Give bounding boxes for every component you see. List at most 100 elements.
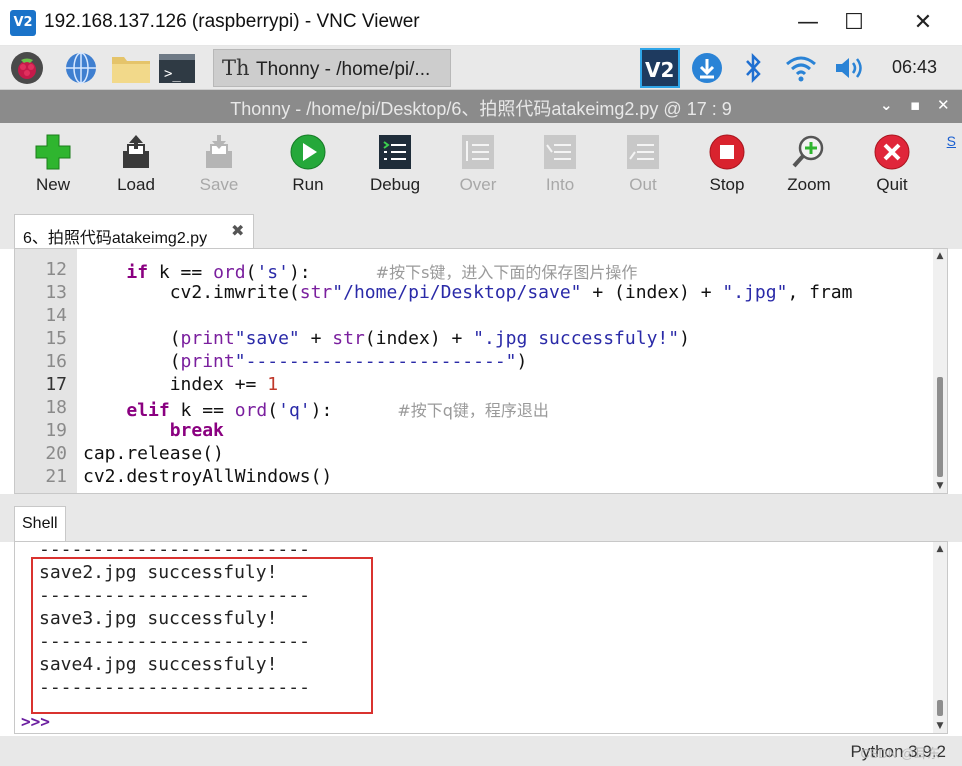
- code-token: str: [299, 282, 333, 303]
- watermark: CSDN @耳东: [860, 746, 940, 761]
- code-token: (: [169, 351, 181, 372]
- stop-button[interactable]: Stop: [687, 129, 767, 205]
- load-icon: [123, 135, 149, 168]
- line-number: 21: [45, 466, 67, 487]
- code-line: elif k == ord('q'): #按下q键，程序退出: [83, 397, 549, 421]
- step-over-button[interactable]: Over: [438, 129, 518, 205]
- window-menu-button[interactable]: ⌄: [880, 96, 893, 114]
- quit-label: Quit: [876, 175, 908, 194]
- code-line: cv2.imwrite(str"/home/pi/Desktop/save" +…: [83, 282, 853, 303]
- line-number: 17: [45, 374, 67, 395]
- terminal-icon[interactable]: >_: [158, 51, 196, 85]
- support-link[interactable]: S: [947, 133, 956, 149]
- code-token: print: [180, 328, 235, 349]
- code-token: ".jpg successfuly!": [473, 328, 680, 349]
- run-label: Run: [292, 175, 324, 194]
- step-into-button[interactable]: Into: [520, 129, 600, 205]
- new-plus-icon: [35, 134, 71, 170]
- maximize-button[interactable]: ☐: [831, 0, 877, 46]
- download-icon[interactable]: [690, 51, 724, 85]
- code-token: if: [126, 262, 149, 283]
- tab-label: 6、拍照代码atakeimg2.py: [23, 230, 208, 247]
- code-line: break: [83, 420, 224, 441]
- vnc-server-icon[interactable]: V2: [640, 48, 680, 88]
- code-token: ord: [234, 400, 268, 421]
- shell-scroll-thumb[interactable]: [937, 700, 943, 716]
- shell-console[interactable]: ------------------------- save2.jpg succe…: [14, 541, 948, 734]
- task-label: Thonny - /home/pi/...: [256, 59, 431, 80]
- toolbar: New Load Save Run Debug Over Into Out St…: [0, 123, 962, 209]
- new-button[interactable]: New: [13, 129, 93, 205]
- zoom-button[interactable]: Zoom: [769, 129, 849, 205]
- editor-scroll-thumb[interactable]: [937, 377, 943, 477]
- scroll-down-arrow-icon[interactable]: ▼: [934, 481, 946, 491]
- line-number: 16: [45, 351, 67, 372]
- vnc-title-bar: V2 192.168.137.126 (raspberrypi) - VNC V…: [0, 0, 962, 46]
- step-over-icon: [462, 135, 494, 169]
- debug-button[interactable]: Debug: [355, 129, 435, 205]
- code-line: cap.release(): [83, 443, 224, 464]
- step-out-button[interactable]: Out: [603, 129, 683, 205]
- run-play-icon: [290, 134, 326, 170]
- code-token: 1: [267, 374, 279, 395]
- save-button[interactable]: Save: [179, 129, 259, 205]
- raspberry-menu-icon[interactable]: [10, 51, 44, 85]
- load-label: Load: [117, 175, 155, 194]
- editor-scrollbar[interactable]: ▲ ▼: [933, 249, 947, 493]
- code-token: +: [581, 282, 615, 303]
- file-manager-icon[interactable]: [110, 51, 152, 85]
- code-token: k ==: [169, 400, 235, 421]
- tab-close-icon[interactable]: ✖: [231, 221, 244, 240]
- code-token: ):: [310, 400, 398, 421]
- scroll-up-arrow-icon[interactable]: ▲: [934, 251, 946, 261]
- volume-icon[interactable]: [832, 51, 866, 85]
- zoom-magnifier-icon: [792, 135, 824, 168]
- thonny-title-bar: Thonny - /home/pi/Desktop/6、拍照代码atakeimg…: [0, 90, 962, 123]
- into-label: Into: [545, 175, 575, 194]
- tab-atakeimg2[interactable]: 6、拍照代码atakeimg2.py ✖: [14, 214, 254, 250]
- thonny-task-button[interactable]: Th Thonny - /home/pi/...: [213, 49, 451, 87]
- load-button[interactable]: Load: [96, 129, 176, 205]
- thonny-close-button[interactable]: ✕: [937, 96, 950, 114]
- shell-scrollbar[interactable]: ▲ ▼: [933, 542, 947, 733]
- code-token: 's': [256, 262, 289, 283]
- thonny-window-title: Thonny - /home/pi/Desktop/6、拍照代码atakeimg…: [230, 99, 732, 119]
- wifi-icon[interactable]: [784, 51, 818, 85]
- web-browser-icon[interactable]: [64, 51, 98, 85]
- vnc-window-title: 192.168.137.126 (raspberrypi) - VNC View…: [44, 11, 420, 32]
- save-icon: [206, 135, 232, 168]
- code-line: if k == ord('s'): #按下s键，进入下面的保存图片操作: [83, 259, 637, 283]
- shell-scroll-down-arrow-icon[interactable]: ▼: [934, 721, 946, 731]
- thonny-icon: Th: [222, 56, 250, 80]
- code-token: index +=: [169, 374, 268, 395]
- code-line: (print"save" + str(index) + ".jpg succes…: [83, 328, 690, 349]
- code-token: , fram: [787, 282, 853, 303]
- code-token: ord: [213, 262, 246, 283]
- code-token: k ==: [148, 262, 214, 283]
- debug-icon: [379, 135, 411, 169]
- code-token: cv2.destroyAllWindows(): [83, 466, 333, 487]
- tab-shell[interactable]: Shell: [14, 506, 66, 542]
- code-token: (: [245, 262, 257, 283]
- code-token: +: [299, 328, 333, 349]
- code-editor[interactable]: 12 13 14 15 16 17 18 19 20 21 if k == ord('s'): #…: [14, 248, 948, 494]
- line-number: 20: [45, 443, 67, 464]
- bluetooth-icon[interactable]: [738, 51, 768, 85]
- quit-button[interactable]: Quit: [852, 129, 932, 205]
- code-token: #按下q键，程序退出: [397, 401, 549, 420]
- over-label: Over: [459, 175, 497, 194]
- minimize-button[interactable]: —: [785, 0, 831, 46]
- thonny-maximize-button[interactable]: ▪: [910, 96, 920, 114]
- clock[interactable]: 06:43: [892, 57, 937, 78]
- run-button[interactable]: Run: [268, 129, 348, 205]
- rpi-taskbar: >_ Th Thonny - /home/pi/... V2 06:43: [0, 46, 962, 90]
- shell-scroll-up-arrow-icon[interactable]: ▲: [934, 544, 946, 554]
- close-button[interactable]: ✕: [900, 0, 946, 46]
- code-token: break: [169, 420, 224, 441]
- shell-tab-label: Shell: [22, 515, 58, 532]
